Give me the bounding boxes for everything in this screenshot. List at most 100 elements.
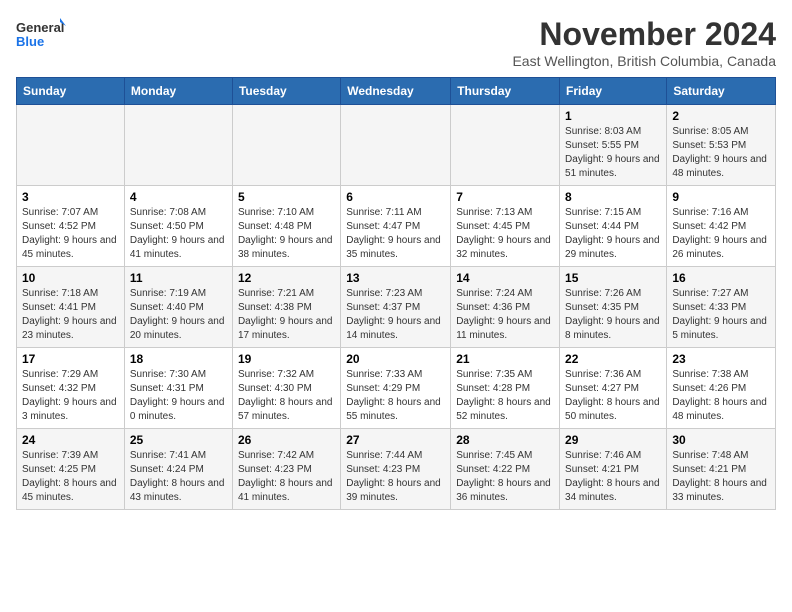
- day-info: Sunrise: 7:29 AM Sunset: 4:32 PM Dayligh…: [22, 368, 119, 424]
- day-number: 30: [672, 433, 770, 447]
- day-info: Sunrise: 7:27 AM Sunset: 4:33 PM Dayligh…: [672, 287, 770, 343]
- day-info: Sunrise: 7:30 AM Sunset: 4:31 PM Dayligh…: [130, 368, 227, 424]
- day-number: 13: [346, 271, 445, 285]
- day-info: Sunrise: 7:46 AM Sunset: 4:21 PM Dayligh…: [565, 449, 661, 505]
- day-info: Sunrise: 7:19 AM Sunset: 4:40 PM Dayligh…: [130, 287, 227, 343]
- column-header-friday: Friday: [560, 78, 667, 105]
- logo: General Blue: [16, 16, 66, 58]
- day-info: Sunrise: 7:08 AM Sunset: 4:50 PM Dayligh…: [130, 206, 227, 262]
- main-title: November 2024: [512, 16, 776, 53]
- day-info: Sunrise: 7:15 AM Sunset: 4:44 PM Dayligh…: [565, 206, 661, 262]
- column-header-thursday: Thursday: [451, 78, 560, 105]
- day-info: Sunrise: 7:33 AM Sunset: 4:29 PM Dayligh…: [346, 368, 445, 424]
- day-cell: 2Sunrise: 8:05 AM Sunset: 5:53 PM Daylig…: [667, 105, 776, 186]
- day-info: Sunrise: 7:42 AM Sunset: 4:23 PM Dayligh…: [238, 449, 335, 505]
- day-cell: 11 Sunrise: 7:19 AM Sunset: 4:40 PM Dayli…: [124, 267, 232, 348]
- day-number: 22: [565, 352, 661, 366]
- svg-text:Blue: Blue: [16, 34, 44, 49]
- day-number: 15: [565, 271, 661, 285]
- day-info: Sunrise: 7:21 AM Sunset: 4:38 PM Dayligh…: [238, 287, 335, 343]
- day-number: 5: [238, 190, 335, 204]
- day-info: Sunrise: 7:18 AM Sunset: 4:41 PM Dayligh…: [22, 287, 119, 343]
- day-number: 21: [456, 352, 554, 366]
- day-info: Sunrise: 7:26 AM Sunset: 4:35 PM Dayligh…: [565, 287, 661, 343]
- calendar-header-row: SundayMondayTuesdayWednesdayThursdayFrid…: [17, 78, 776, 105]
- week-row-4: 17Sunrise: 7:29 AM Sunset: 4:32 PM Dayli…: [17, 348, 776, 429]
- column-header-saturday: Saturday: [667, 78, 776, 105]
- day-cell: [341, 105, 451, 186]
- day-cell: 9 Sunrise: 7:16 AM Sunset: 4:42 PM Daylig…: [667, 186, 776, 267]
- day-number: 8: [565, 190, 661, 204]
- day-cell: 13 Sunrise: 7:23 AM Sunset: 4:37 PM Dayli…: [341, 267, 451, 348]
- day-number: 25: [130, 433, 227, 447]
- svg-text:General: General: [16, 20, 64, 35]
- day-number: 12: [238, 271, 335, 285]
- week-row-3: 10 Sunrise: 7:18 AM Sunset: 4:41 PM Dayli…: [17, 267, 776, 348]
- day-info: Sunrise: 7:35 AM Sunset: 4:28 PM Dayligh…: [456, 368, 554, 424]
- day-info: Sunrise: 7:11 AM Sunset: 4:47 PM Dayligh…: [346, 206, 445, 262]
- day-cell: 25Sunrise: 7:41 AM Sunset: 4:24 PM Dayli…: [124, 429, 232, 510]
- day-info: Sunrise: 7:23 AM Sunset: 4:37 PM Dayligh…: [346, 287, 445, 343]
- week-row-2: 3Sunrise: 7:07 AM Sunset: 4:52 PM Daylig…: [17, 186, 776, 267]
- day-number: 26: [238, 433, 335, 447]
- day-cell: 14 Sunrise: 7:24 AM Sunset: 4:36 PM Dayli…: [451, 267, 560, 348]
- day-cell: 7 Sunrise: 7:13 AM Sunset: 4:45 PM Daylig…: [451, 186, 560, 267]
- day-cell: [124, 105, 232, 186]
- day-cell: 15 Sunrise: 7:26 AM Sunset: 4:35 PM Dayli…: [560, 267, 667, 348]
- day-cell: 12 Sunrise: 7:21 AM Sunset: 4:38 PM Dayli…: [232, 267, 340, 348]
- day-number: 2: [672, 109, 770, 123]
- day-cell: 5 Sunrise: 7:10 AM Sunset: 4:48 PM Daylig…: [232, 186, 340, 267]
- title-area: November 2024 East Wellington, British C…: [512, 16, 776, 69]
- day-cell: 22 Sunrise: 7:36 AM Sunset: 4:27 PM Dayli…: [560, 348, 667, 429]
- day-cell: 17Sunrise: 7:29 AM Sunset: 4:32 PM Dayli…: [17, 348, 125, 429]
- column-header-wednesday: Wednesday: [341, 78, 451, 105]
- day-number: 7: [456, 190, 554, 204]
- day-info: Sunrise: 7:24 AM Sunset: 4:36 PM Dayligh…: [456, 287, 554, 343]
- day-info: Sunrise: 7:16 AM Sunset: 4:42 PM Dayligh…: [672, 206, 770, 262]
- day-cell: 26 Sunrise: 7:42 AM Sunset: 4:23 PM Dayli…: [232, 429, 340, 510]
- day-cell: 30 Sunrise: 7:48 AM Sunset: 4:21 PM Dayli…: [667, 429, 776, 510]
- day-cell: 1Sunrise: 8:03 AM Sunset: 5:55 PM Daylig…: [560, 105, 667, 186]
- day-cell: 23 Sunrise: 7:38 AM Sunset: 4:26 PM Dayli…: [667, 348, 776, 429]
- day-cell: [17, 105, 125, 186]
- day-info: Sunrise: 7:07 AM Sunset: 4:52 PM Dayligh…: [22, 206, 119, 262]
- calendar-table: SundayMondayTuesdayWednesdayThursdayFrid…: [16, 77, 776, 510]
- day-number: 9: [672, 190, 770, 204]
- day-cell: 21 Sunrise: 7:35 AM Sunset: 4:28 PM Dayli…: [451, 348, 560, 429]
- day-cell: 3Sunrise: 7:07 AM Sunset: 4:52 PM Daylig…: [17, 186, 125, 267]
- day-info: Sunrise: 7:10 AM Sunset: 4:48 PM Dayligh…: [238, 206, 335, 262]
- day-cell: 28Sunrise: 7:45 AM Sunset: 4:22 PM Dayli…: [451, 429, 560, 510]
- day-info: Sunrise: 7:36 AM Sunset: 4:27 PM Dayligh…: [565, 368, 661, 424]
- day-cell: [232, 105, 340, 186]
- day-number: 23: [672, 352, 770, 366]
- day-cell: 27Sunrise: 7:44 AM Sunset: 4:23 PM Dayli…: [341, 429, 451, 510]
- day-number: 24: [22, 433, 119, 447]
- day-info: Sunrise: 7:13 AM Sunset: 4:45 PM Dayligh…: [456, 206, 554, 262]
- week-row-5: 24 Sunrise: 7:39 AM Sunset: 4:25 PM Dayli…: [17, 429, 776, 510]
- subtitle: East Wellington, British Columbia, Canad…: [512, 53, 776, 69]
- day-info: Sunrise: 7:44 AM Sunset: 4:23 PM Dayligh…: [346, 449, 445, 505]
- week-row-1: 1Sunrise: 8:03 AM Sunset: 5:55 PM Daylig…: [17, 105, 776, 186]
- day-cell: 20 Sunrise: 7:33 AM Sunset: 4:29 PM Dayli…: [341, 348, 451, 429]
- day-number: 20: [346, 352, 445, 366]
- day-cell: [451, 105, 560, 186]
- day-info: Sunrise: 7:45 AM Sunset: 4:22 PM Dayligh…: [456, 449, 554, 505]
- day-number: 11: [130, 271, 227, 285]
- day-info: Sunrise: 7:39 AM Sunset: 4:25 PM Dayligh…: [22, 449, 119, 505]
- day-number: 10: [22, 271, 119, 285]
- day-number: 14: [456, 271, 554, 285]
- day-number: 16: [672, 271, 770, 285]
- day-number: 18: [130, 352, 227, 366]
- day-info: Sunrise: 7:48 AM Sunset: 4:21 PM Dayligh…: [672, 449, 770, 505]
- column-header-sunday: Sunday: [17, 78, 125, 105]
- day-cell: 6 Sunrise: 7:11 AM Sunset: 4:47 PM Daylig…: [341, 186, 451, 267]
- logo-svg: General Blue: [16, 16, 66, 58]
- day-info: Sunrise: 7:38 AM Sunset: 4:26 PM Dayligh…: [672, 368, 770, 424]
- day-number: 6: [346, 190, 445, 204]
- day-number: 19: [238, 352, 335, 366]
- day-info: Sunrise: 8:03 AM Sunset: 5:55 PM Dayligh…: [565, 125, 661, 181]
- day-cell: 18 Sunrise: 7:30 AM Sunset: 4:31 PM Dayli…: [124, 348, 232, 429]
- day-cell: 29Sunrise: 7:46 AM Sunset: 4:21 PM Dayli…: [560, 429, 667, 510]
- day-number: 4: [130, 190, 227, 204]
- column-header-tuesday: Tuesday: [232, 78, 340, 105]
